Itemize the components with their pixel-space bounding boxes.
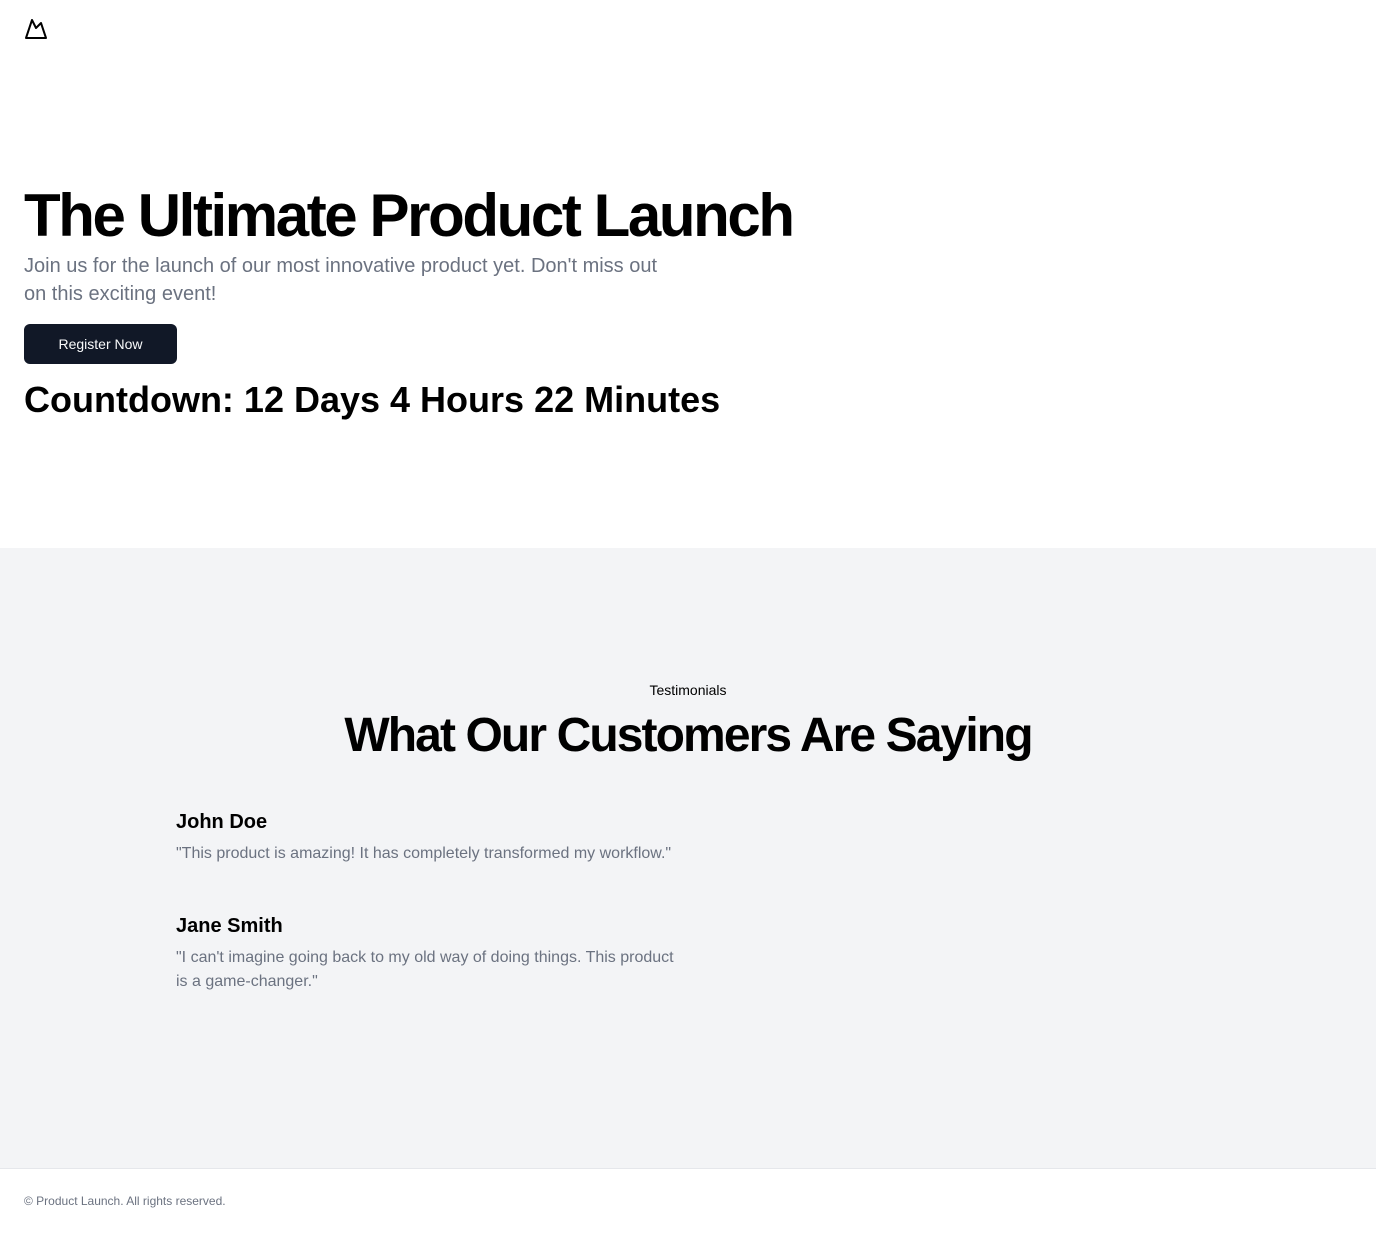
testimonial-card: Jane Smith "I can't imagine going back t… [176, 912, 676, 994]
section-label: Testimonials [649, 682, 727, 698]
register-now-button[interactable]: Register Now [24, 324, 177, 364]
copyright-text: © Product Launch. All rights reserved. [24, 1194, 226, 1208]
site-header [0, 0, 1376, 56]
testimonial-quote: "I can't imagine going back to my old wa… [176, 949, 674, 990]
site-footer: © Product Launch. All rights reserved. [0, 1168, 1376, 1233]
testimonials-section: Testimonials What Our Customers Are Sayi… [0, 548, 1376, 1168]
hero-title: The Ultimate Product Launch [24, 182, 795, 249]
hero-section: The Ultimate Product Launch Join us for … [0, 56, 1376, 548]
testimonial-card: John Doe "This product is amazing! It ha… [176, 808, 676, 866]
countdown-text: Countdown: 12 Days 4 Hours 22 Minutes [24, 379, 721, 420]
section-title: What Our Customers Are Saying [344, 709, 1033, 762]
hero-subtitle: Join us for the launch of our most innov… [24, 255, 658, 305]
testimonial-name: Jane Smith [176, 915, 283, 937]
mountain-icon[interactable] [24, 17, 48, 41]
testimonial-name: John Doe [176, 811, 268, 833]
testimonial-quote: "This product is amazing! It has complet… [176, 845, 672, 862]
